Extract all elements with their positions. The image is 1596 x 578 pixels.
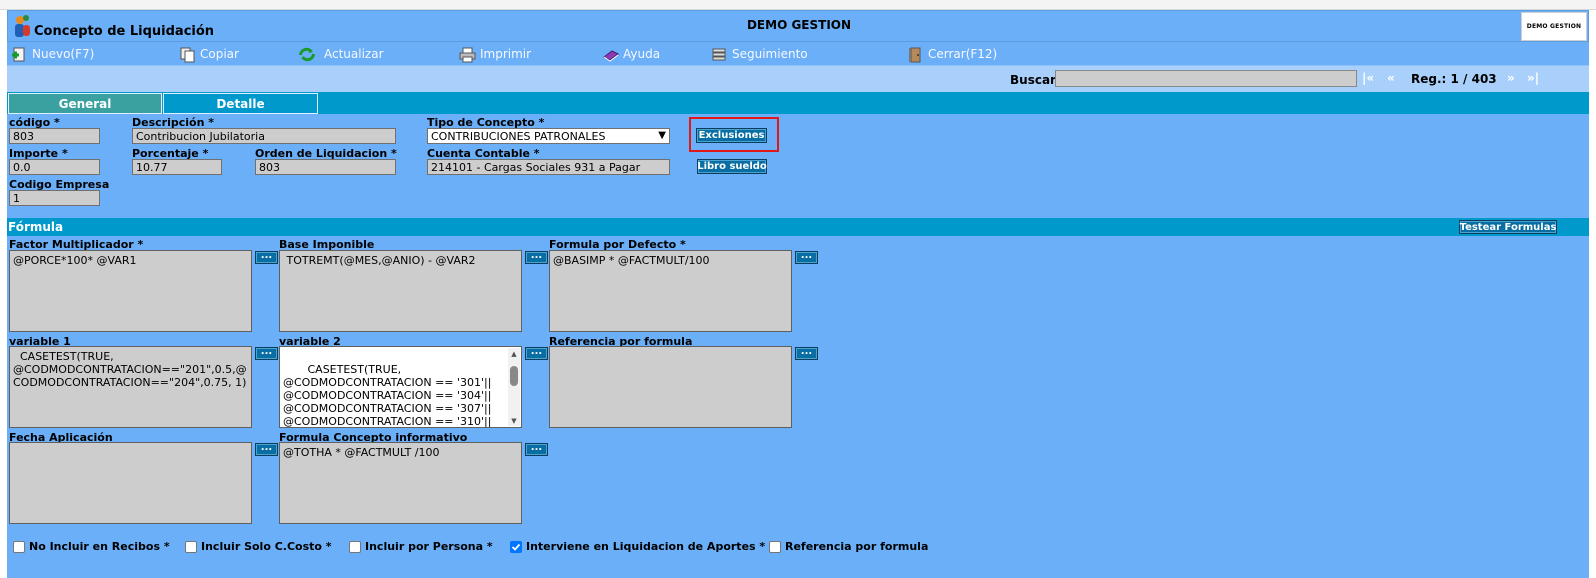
tracking-icon (712, 48, 726, 60)
checkbox-box[interactable] (510, 540, 522, 553)
libro-sueldo-button[interactable]: Libro sueldo (697, 159, 767, 174)
checkbox-box[interactable] (769, 540, 781, 553)
codigo-input[interactable]: 803 (9, 128, 100, 144)
scroll-down-icon[interactable]: ▼ (508, 415, 520, 426)
formula-title: Fórmula (8, 220, 64, 234)
checkbox-incluir-solo-ccosto[interactable]: Incluir Solo C.Costo * (185, 540, 332, 553)
variable-2-more-button[interactable]: ... (525, 346, 548, 360)
variable-2-text: CASETEST(TRUE, @CODMODCONTRATACION == '3… (283, 363, 492, 428)
variable-1-more-button[interactable]: ... (255, 346, 278, 360)
help-button[interactable]: Ayuda (602, 45, 660, 63)
tab-general[interactable]: General (8, 93, 162, 114)
base-imponible-textarea[interactable]: TOTREMT(@MES,@ANIO) - @VAR2 (279, 250, 522, 332)
checkbox-incluir-por-persona[interactable]: Incluir por Persona * (349, 540, 493, 553)
porcentaje-input[interactable]: 10.77 (132, 159, 222, 175)
checkbox-label: Incluir Solo C.Costo * (201, 540, 332, 553)
base-imponible-more-button[interactable]: ... (525, 250, 548, 264)
main-panel: código * 803 Descripción * Contribucion … (7, 114, 1589, 578)
record-counter: Reg.: 1 / 403 (1411, 72, 1497, 86)
factor-multiplicador-more-button[interactable]: ... (255, 250, 278, 264)
close-label: Cerrar(F12) (928, 47, 998, 61)
refresh-icon (299, 47, 315, 61)
tracking-button[interactable]: Seguimiento (711, 45, 808, 63)
formula-defecto-more-button[interactable]: ... (795, 250, 818, 264)
checkmark-icon (511, 543, 521, 551)
toolbar: Nuevo(F7) Copiar Actualizar Imprimir Ayu… (7, 42, 1589, 66)
copy-button[interactable]: Copiar (179, 45, 239, 63)
new-button[interactable]: Nuevo(F7) (11, 45, 94, 63)
referencia-formula-more-button[interactable]: ... (795, 346, 818, 360)
checkbox-label: No Incluir en Recibos * (29, 540, 170, 553)
refresh-button[interactable]: Actualizar (294, 45, 384, 63)
chevron-down-icon: ▼ (658, 130, 666, 141)
checkbox-label: Interviene en Liquidacion de Aportes * (526, 540, 766, 553)
search-bar: Buscar |« « Reg.: 1 / 403 » »| (7, 66, 1589, 92)
tab-bar: General Detalle (7, 92, 1589, 114)
referencia-formula-textarea[interactable] (549, 346, 792, 428)
formula-section-header: Fórmula Testear Formulas (7, 218, 1589, 236)
next-record-button[interactable]: » (1507, 71, 1515, 85)
importe-input[interactable]: 0.0 (9, 159, 100, 175)
company-name: DEMO GESTION (746, 18, 852, 32)
checkbox-box[interactable] (13, 540, 25, 553)
scroll-up-icon[interactable]: ▲ (508, 348, 520, 359)
orden-liquidacion-input[interactable]: 803 (255, 159, 396, 175)
formula-informativo-textarea[interactable]: @TOTHA * @FACTMULT /100 (279, 442, 522, 524)
last-record-button[interactable]: »| (1527, 71, 1539, 85)
title-bar: Concepto de Liquidación DEMO GESTION DEM… (7, 10, 1589, 42)
close-door-icon (909, 47, 921, 62)
checkbox-interviene-liquidacion-aportes[interactable]: Interviene en Liquidacion de Aportes * (510, 540, 765, 553)
tab-detalle[interactable]: Detalle (163, 93, 318, 114)
tipo-concepto-value: CONTRIBUCIONES PATRONALES (431, 130, 606, 143)
tipo-concepto-select[interactable]: CONTRIBUCIONES PATRONALES ▼ (427, 128, 670, 144)
scroll-thumb[interactable] (510, 366, 518, 386)
variable-2-textarea[interactable]: CASETEST(TRUE, @CODMODCONTRATACION == '3… (279, 346, 522, 428)
copy-icon (180, 47, 195, 62)
factor-multiplicador-textarea[interactable]: @PORCE*100* @VAR1 (9, 250, 252, 332)
first-record-button[interactable]: |« (1362, 71, 1374, 85)
checkbox-label: Incluir por Persona * (365, 540, 493, 553)
checkbox-label: Referencia por formula (785, 540, 929, 553)
print-icon (459, 47, 476, 62)
help-label: Ayuda (623, 47, 661, 61)
browser-top-strip (0, 0, 1596, 10)
search-label: Buscar (1010, 73, 1056, 87)
formula-informativo-more-button[interactable]: ... (525, 442, 548, 456)
formula-defecto-textarea[interactable]: @BASIMP * @FACTMULT/100 (549, 250, 792, 332)
exclusiones-button[interactable]: Exclusiones (696, 128, 767, 143)
checkbox-referencia-por-formula[interactable]: Referencia por formula (769, 540, 928, 553)
help-book-icon (603, 49, 619, 62)
testear-formulas-button[interactable]: Testear Formulas (1459, 220, 1557, 234)
descripcion-input[interactable]: Contribucion Jubilatoria (132, 128, 396, 144)
checkbox-box[interactable] (349, 540, 361, 553)
codigo-empresa-input[interactable]: 1 (9, 190, 100, 206)
search-input[interactable] (1055, 70, 1357, 87)
variable-1-textarea[interactable]: CASETEST(TRUE, @CODMODCONTRATACION=="201… (9, 346, 252, 428)
fecha-aplicacion-textarea[interactable] (9, 442, 252, 524)
company-logo: DEMO GESTION (1521, 12, 1587, 41)
checkbox-box[interactable] (185, 540, 197, 553)
fecha-aplicacion-more-button[interactable]: ... (255, 442, 278, 456)
cuenta-contable-input[interactable]: 214101 - Cargas Sociales 931 a Pagar (427, 159, 670, 175)
print-button[interactable]: Imprimir (459, 45, 531, 63)
prev-record-button[interactable]: « (1387, 71, 1395, 85)
copy-label: Copiar (200, 47, 239, 61)
print-label: Imprimir (480, 47, 532, 61)
checkbox-no-incluir-recibos[interactable]: No Incluir en Recibos * (13, 540, 170, 553)
variable-2-scrollbar[interactable]: ▲ ▼ (508, 348, 520, 426)
tracking-label: Seguimiento (732, 47, 808, 61)
refresh-label: Actualizar (324, 47, 384, 61)
new-label: Nuevo(F7) (32, 47, 95, 61)
close-button[interactable]: Cerrar(F12) (907, 45, 997, 63)
new-icon (12, 47, 25, 61)
